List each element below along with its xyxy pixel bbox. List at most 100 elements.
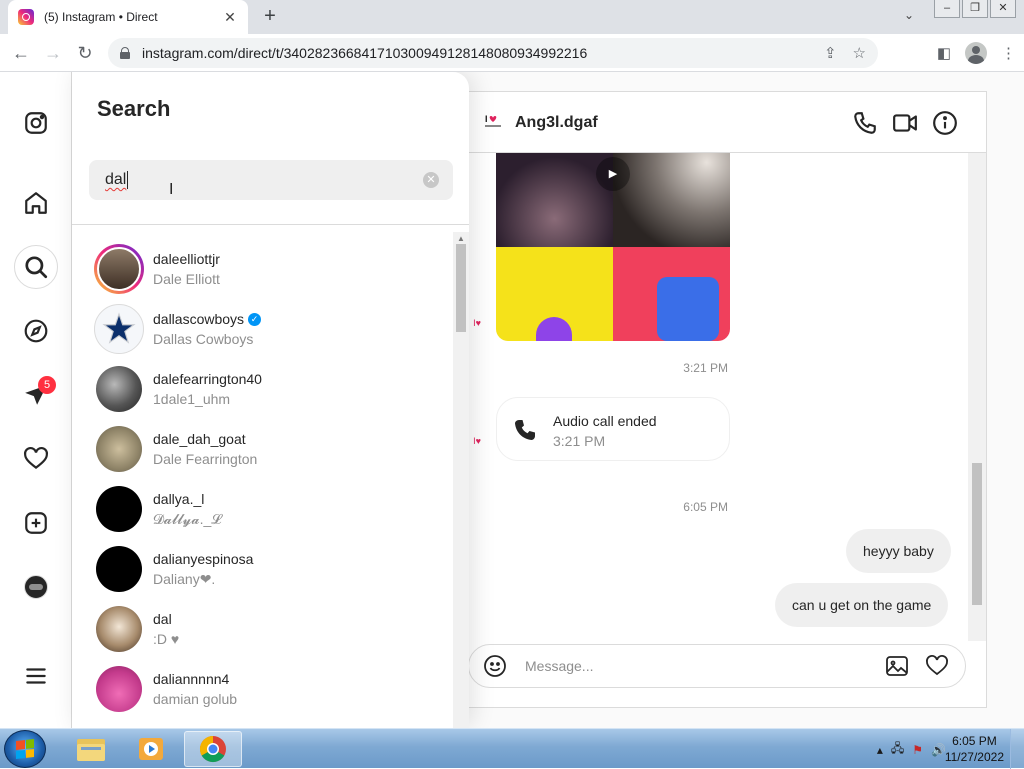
search-input[interactable]: dal (89, 160, 453, 200)
call-log-message[interactable]: Audio call ended 3:21 PM (496, 397, 730, 461)
taskbar-clock[interactable]: 6:05 PM 11/27/2022 (945, 733, 1004, 765)
url-text[interactable]: instagram.com/direct/t/34028236684171030… (142, 45, 587, 61)
chrome-icon (199, 735, 226, 763)
outgoing-message[interactable]: heyyy baby (846, 529, 951, 573)
video-tile (613, 247, 730, 341)
search-divider (72, 224, 469, 225)
photo-upload-icon[interactable] (885, 654, 909, 678)
search-query-text[interactable]: dal (105, 171, 126, 189)
search-result-item[interactable]: dalianyespinosa Daliany❤. (72, 539, 453, 599)
video-message-thumbnail[interactable]: ▶ (496, 153, 730, 341)
profile-avatar[interactable] (14, 565, 58, 609)
more-menu-icon[interactable] (14, 654, 58, 698)
result-username: dallascowboys (153, 311, 245, 327)
star-logo-icon (102, 312, 136, 344)
call-status-text: Audio call ended (553, 413, 657, 429)
notifications-heart-icon[interactable] (14, 437, 58, 481)
message-input[interactable]: Message... (525, 658, 593, 674)
bookmark-star-icon[interactable]: ☆ (853, 44, 866, 62)
message-composer[interactable]: Message... (468, 644, 966, 688)
start-button[interactable] (4, 730, 46, 768)
phone-icon (515, 420, 535, 440)
search-result-item[interactable]: daleelliottjr Dale Elliott (72, 239, 453, 299)
contact-name[interactable]: Ang3l.dgaf (515, 114, 598, 132)
clear-search-icon[interactable]: ✕ (423, 172, 439, 188)
explore-compass-icon[interactable] (14, 309, 58, 353)
show-desktop-button[interactable] (1010, 729, 1024, 769)
volume-icon[interactable]: 🔊 (931, 743, 946, 757)
folder-icon (77, 739, 105, 761)
chrome-taskbar-button[interactable] (184, 731, 242, 767)
browser-tab[interactable]: (5) Instagram • Direct ✕ (8, 0, 248, 34)
back-arrow-icon[interactable]: ← (6, 38, 36, 68)
conversation-pane: I Ang3l.dgaf ▶ I♥ 3:21 PM Audio call end… (456, 91, 987, 708)
explorer-taskbar-button[interactable] (62, 731, 120, 767)
instagram-favicon-icon (18, 9, 34, 25)
new-tab-button[interactable]: + (258, 5, 282, 29)
result-full-name: 1dale1_uhm (153, 391, 231, 407)
result-full-name: 𝓓𝓪𝓵𝓵𝔂𝓪._𝓛 (153, 510, 222, 527)
search-result-item[interactable]: dalefearrington40 1dale1_uhm (72, 359, 453, 419)
conversation-header: I Ang3l.dgaf (456, 92, 986, 153)
outgoing-message[interactable]: can u get on the game (775, 583, 949, 627)
result-username: dale_dah_goat (153, 431, 246, 447)
result-full-name: Daliany❤. (153, 570, 216, 587)
results-scrollbar-thumb[interactable] (456, 244, 466, 332)
create-post-icon[interactable] (14, 501, 58, 545)
avatar (94, 244, 144, 294)
action-center-flag-icon[interactable]: ⚑ (912, 743, 923, 757)
avatar (96, 426, 142, 472)
avatar (94, 304, 144, 354)
sender-avatar-icon: I♥ (473, 318, 481, 328)
verified-badge-icon: ✓ (248, 312, 262, 326)
home-icon[interactable] (14, 181, 58, 225)
messages-badge: 5 (38, 376, 56, 394)
contact-avatar[interactable]: I (484, 112, 502, 130)
search-result-item[interactable]: dallya._l 𝓓𝓪𝓵𝓵𝔂𝓪._𝓛 (72, 479, 453, 539)
emoji-icon[interactable] (483, 654, 507, 678)
result-username: dal (153, 611, 172, 627)
search-result-item[interactable]: dale_dah_goat Dale Fearrington (72, 419, 453, 479)
result-full-name: Dallas Cowboys (153, 331, 254, 347)
minimize-button[interactable]: – (934, 0, 960, 18)
result-full-name: :D ♥ (153, 631, 180, 647)
search-result-item[interactable]: dal :D ♥ (72, 599, 453, 659)
search-icon[interactable] (14, 245, 58, 289)
result-full-name: Dale Elliott (153, 271, 220, 287)
message-timestamp: 3:21 PM (683, 361, 728, 375)
share-icon[interactable]: ⇪ (824, 44, 837, 62)
scroll-up-icon[interactable]: ▲ (457, 234, 465, 243)
network-icon[interactable]: 🖧 (891, 739, 904, 760)
message-scrollbar[interactable] (968, 153, 986, 641)
avatar (96, 366, 142, 412)
like-heart-icon[interactable] (925, 654, 949, 678)
lock-icon[interactable] (120, 47, 130, 59)
results-scrollbar[interactable]: ▲ (453, 232, 469, 728)
menu-kebab-icon[interactable]: ⋮ (1001, 44, 1016, 62)
window-controls: – ❐ ✕ (934, 0, 1016, 20)
audio-call-icon[interactable] (852, 110, 878, 136)
direct-messages-icon[interactable]: 5 (14, 373, 58, 417)
message-scrollbar-thumb[interactable] (972, 463, 982, 605)
conversation-info-icon[interactable] (932, 110, 958, 136)
tab-search-chevron-icon[interactable]: ⌄ (904, 8, 914, 22)
restore-button[interactable]: ❐ (962, 0, 988, 18)
address-bar[interactable]: instagram.com/direct/t/34028236684171030… (108, 38, 878, 68)
search-result-item[interactable]: dallascowboys ✓ Dallas Cowboys (72, 299, 453, 359)
side-panel-icon[interactable]: ◧ (937, 44, 951, 62)
forward-arrow-icon[interactable]: → (38, 38, 68, 68)
instagram-logo-icon[interactable] (14, 101, 58, 145)
tray-expand-icon[interactable]: ▴ (877, 743, 883, 757)
search-result-item[interactable]: daliannnnn4 damian golub (72, 659, 453, 719)
video-call-icon[interactable] (892, 110, 918, 136)
clock-time: 6:05 PM (952, 734, 997, 748)
reload-icon[interactable]: ↻ (70, 38, 100, 68)
result-username: daliannnnn4 (153, 671, 230, 687)
play-video-icon[interactable]: ▶ (596, 157, 630, 191)
media-player-taskbar-button[interactable] (122, 731, 180, 767)
result-username: dalianyespinosa (153, 550, 254, 567)
close-window-button[interactable]: ✕ (990, 0, 1016, 18)
profile-icon[interactable] (965, 42, 987, 64)
media-player-icon (139, 738, 163, 760)
close-tab-icon[interactable]: ✕ (222, 9, 238, 26)
